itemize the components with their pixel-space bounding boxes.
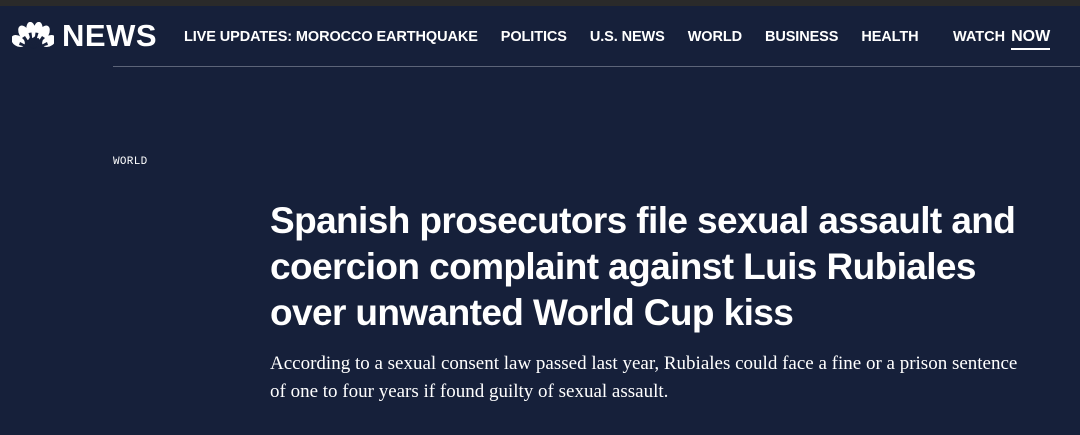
nav-us-news[interactable]: U.S. NEWS [590,26,665,48]
site-header: NEWS LIVE UPDATES: MOROCCO EARTHQUAKE PO… [0,6,1080,66]
nav-health[interactable]: HEALTH [861,26,918,48]
section-label-link[interactable]: WORLD [113,156,148,168]
nbc-peacock-icon [12,22,54,49]
nav-business[interactable]: BUSINESS [765,26,838,48]
nav-world[interactable]: WORLD [688,26,742,48]
nbc-news-logo[interactable]: NEWS [12,20,157,52]
watch-now-label: NOW [1011,26,1051,50]
nav-live-updates-morocco-earthquake[interactable]: LIVE UPDATES: MOROCCO EARTHQUAKE [184,26,478,48]
watch-now-link[interactable]: WATCH NOW [953,26,1051,50]
article-headline: Spanish prosecutors file sexual assault … [270,200,1016,333]
article-dek: According to a sexual consent law passed… [270,353,1018,402]
logo-text: NEWS [62,18,157,53]
nav-politics[interactable]: POLITICS [501,26,567,48]
watch-label: WATCH [953,29,1006,45]
primary-nav: LIVE UPDATES: MOROCCO EARTHQUAKE POLITIC… [184,26,919,48]
header-divider [113,66,1080,67]
